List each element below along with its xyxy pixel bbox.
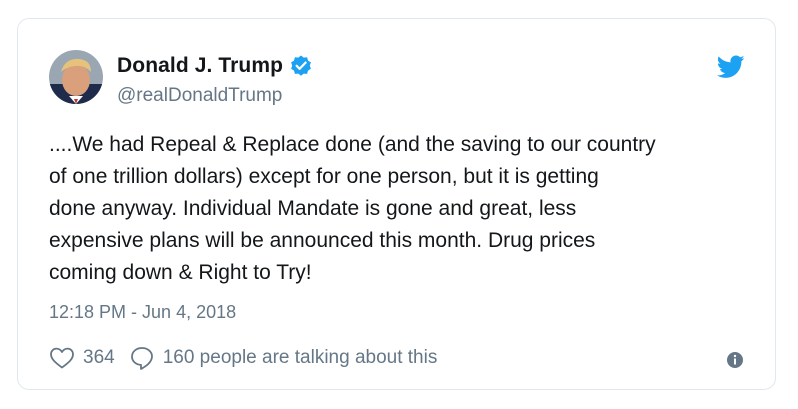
talking-about-text: 160 people are talking about this — [162, 347, 438, 368]
avatar[interactable] — [49, 50, 103, 104]
info-icon[interactable] — [726, 351, 744, 369]
tweet-timestamp[interactable]: 12:18 PM - Jun 4, 2018 — [49, 302, 236, 323]
author-row: Donald J. Trump — [117, 54, 313, 78]
twitter-bird-icon[interactable] — [716, 55, 745, 79]
author-handle[interactable]: @realDonaldTrump — [117, 85, 282, 107]
tweet-text: ....We had Repeal & Replace done (and th… — [49, 133, 656, 284]
avatar-image — [49, 50, 103, 104]
heart-icon — [49, 346, 75, 370]
like-button[interactable]: 364 — [49, 346, 115, 370]
reply-button[interactable]: 160 people are talking about this — [129, 345, 438, 371]
tweet-card[interactable]: Donald J. Trump @realDonaldTrump ....We … — [17, 18, 776, 390]
author-name[interactable]: Donald J. Trump — [117, 54, 283, 78]
like-count: 364 — [83, 347, 115, 368]
tweet-actions: 364 160 people are talking about this — [49, 345, 437, 371]
verified-badge-icon — [289, 54, 313, 78]
speech-bubble-icon — [129, 345, 155, 371]
